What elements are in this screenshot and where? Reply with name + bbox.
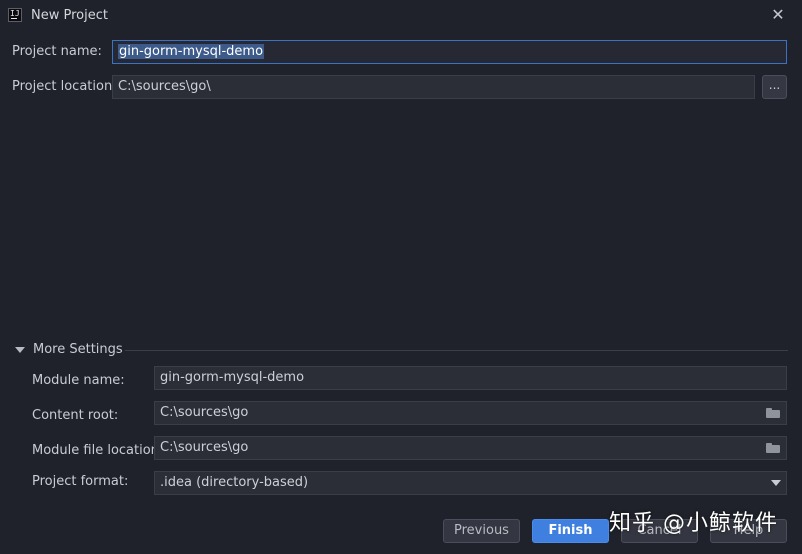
intellij-icon: IJ: [8, 8, 22, 22]
window-title: New Project: [31, 8, 108, 23]
project-name-value: gin-gorm-mysql-demo: [118, 44, 265, 59]
project-format-select[interactable]: .idea (directory-based): [154, 471, 787, 495]
project-location-input[interactable]: C:\sources\go\: [112, 75, 755, 99]
module-name-label: Module name:: [32, 373, 125, 388]
project-name-input[interactable]: gin-gorm-mysql-demo: [112, 40, 787, 64]
chevron-down-icon[interactable]: [771, 480, 781, 486]
project-name-label: Project name:: [12, 44, 102, 59]
folder-icon[interactable]: [766, 443, 780, 453]
module-name-input[interactable]: gin-gorm-mysql-demo: [154, 366, 787, 390]
project-format-label: Project format:: [32, 474, 129, 489]
content-root-label: Content root:: [32, 408, 119, 423]
module-file-location-input[interactable]: C:\sources\go: [154, 436, 787, 460]
finish-button[interactable]: Finish: [532, 519, 609, 543]
module-file-location-label: Module file location:: [32, 443, 164, 458]
browse-location-button[interactable]: ...: [762, 75, 787, 99]
project-location-label: Project location:: [12, 79, 117, 94]
more-settings-title[interactable]: More Settings: [33, 342, 123, 357]
section-divider: [125, 350, 788, 351]
collapse-triangle-icon[interactable]: [15, 347, 25, 353]
content-root-input[interactable]: C:\sources\go: [154, 401, 787, 425]
watermark: 知乎 @小鲸软件: [609, 511, 778, 536]
close-icon[interactable]: ✕: [770, 6, 786, 24]
app-icon-text: IJ: [10, 9, 20, 18]
previous-button[interactable]: Previous: [443, 519, 520, 543]
title-bar: IJ New Project ✕: [0, 0, 802, 32]
folder-icon[interactable]: [766, 408, 780, 418]
